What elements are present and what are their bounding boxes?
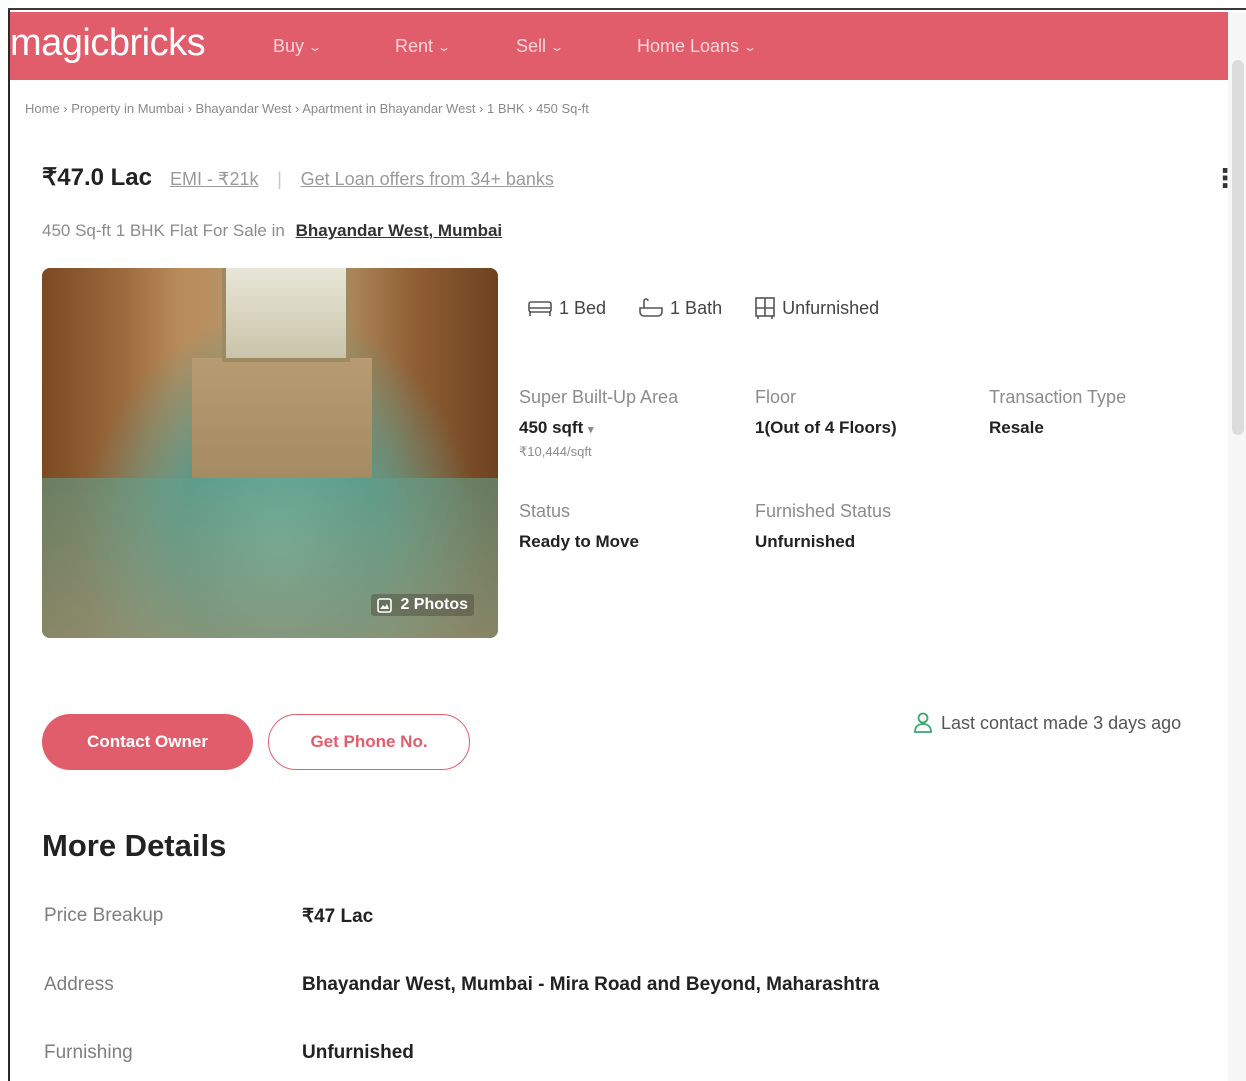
magicbricks-logo[interactable]: magicbricks (10, 22, 206, 65)
feature-bath-label: 1 Bath (670, 297, 723, 318)
nav-sell[interactable]: Sell ⌄ (516, 36, 565, 57)
breadcrumb-home[interactable]: Home (25, 101, 60, 116)
chevron-down-icon: ⌄ (437, 39, 452, 54)
feature-bed: 1 Bed (527, 298, 606, 319)
attr-transaction-type: Transaction Type Resale (989, 387, 1126, 438)
nav-rent-label: Rent (395, 36, 434, 56)
wardrobe-icon (755, 297, 775, 319)
top-navbar: magicbricks Buy ⌄ Rent ⌄ Sell ⌄ Home Loa… (10, 12, 1228, 80)
attr-transaction-value: Resale (989, 418, 1044, 437)
gallery-icon (377, 597, 393, 613)
breadcrumb-area[interactable]: 450 Sq-ft (536, 101, 589, 116)
bathtub-icon (639, 298, 663, 317)
detail-value: ₹47 Lac (302, 906, 374, 927)
listing-subtitle: 450 Sq-ft 1 BHK Flat For Sale in Bhayand… (42, 221, 502, 241)
more-options-icon[interactable]: ⋮ (1212, 166, 1238, 192)
get-phone-button[interactable]: Get Phone No. (268, 714, 470, 770)
nav-buy[interactable]: Buy ⌄ (273, 36, 323, 57)
more-details-title: More Details (42, 828, 227, 863)
feature-furnishing-label: Unfurnished (782, 297, 880, 318)
breadcrumb-property-mumbai[interactable]: Property in Mumbai (71, 101, 184, 116)
photo-window (222, 268, 350, 362)
subtitle-text: 450 Sq-ft 1 BHK Flat For Sale in (42, 221, 285, 240)
features-row: 1 Bed 1 Bath Unfurnished (527, 296, 911, 320)
user-icon (914, 712, 932, 733)
loan-offers-link[interactable]: Get Loan offers from 34+ banks (301, 169, 554, 190)
breadcrumb-apartment[interactable]: Apartment in Bhayandar West (302, 101, 475, 116)
detail-label: Furnishing (44, 1042, 133, 1063)
detail-value: Unfurnished (302, 1042, 414, 1063)
nav-home-loans-label: Home Loans (637, 36, 740, 56)
attr-area-rate: ₹10,444/sqft (519, 444, 592, 459)
last-contact-text: Last contact made 3 days ago (941, 712, 1182, 733)
scrollbar-thumb[interactable] (1232, 60, 1244, 435)
location-link[interactable]: Bhayandar West, Mumbai (296, 221, 503, 240)
bed-icon (528, 301, 552, 316)
nav-buy-label: Buy (273, 36, 305, 56)
caret-down-icon: ▾ (587, 424, 594, 436)
attr-furnished-value: Unfurnished (755, 532, 856, 551)
attr-furnished-label: Furnished Status (755, 501, 892, 521)
attr-area-value-text: 450 sqft (519, 418, 584, 437)
nav-sell-label: Sell (516, 36, 547, 56)
detail-label: Price Breakup (44, 905, 164, 926)
feature-bed-label: 1 Bed (559, 297, 607, 318)
attr-super-built-up-area: Super Built-Up Area 450 sqft ▾ ₹10,444/s… (519, 387, 678, 460)
photos-count-label: 2 Photos (400, 596, 468, 613)
chevron-down-icon: ⌄ (308, 39, 323, 54)
photos-count-badge[interactable]: 2 Photos (371, 594, 474, 616)
attr-area-value[interactable]: 450 sqft ▾ (519, 418, 678, 438)
last-contact-info: Last contact made 3 days ago (913, 712, 1181, 734)
detail-label: Address (44, 974, 114, 995)
nav-home-loans[interactable]: Home Loans ⌄ (637, 36, 758, 57)
window-frame-top (8, 8, 1246, 10)
chevron-down-icon: ⌄ (743, 39, 758, 54)
nav-rent[interactable]: Rent ⌄ (395, 36, 452, 57)
attr-area-label: Super Built-Up Area (519, 387, 679, 407)
attr-status: Status Ready to Move (519, 501, 639, 552)
breadcrumb-bhayandar-west[interactable]: Bhayandar West (196, 101, 292, 116)
window-frame-left (8, 10, 10, 1081)
attr-floor-label: Floor (755, 387, 797, 407)
attr-transaction-label: Transaction Type (989, 387, 1127, 407)
photo-room-back (192, 358, 372, 478)
attr-floor: Floor 1(Out of 4 Floors) (755, 387, 897, 438)
chevron-down-icon: ⌄ (550, 39, 565, 54)
emi-link[interactable]: EMI - ₹21k (170, 169, 258, 190)
breadcrumb-bhk[interactable]: 1 BHK (487, 101, 525, 116)
feature-furnishing: Unfurnished (754, 296, 879, 320)
feature-bath: 1 Bath (638, 297, 722, 319)
price-row: ₹47.0 Lac EMI - ₹21k | Get Loan offers f… (42, 163, 554, 192)
attr-furnished-status: Furnished Status Unfurnished (755, 501, 891, 552)
attr-floor-value: 1(Out of 4 Floors) (755, 418, 897, 437)
detail-value: Bhayandar West, Mumbai - Mira Road and B… (302, 974, 880, 995)
property-photo[interactable]: 2 Photos (42, 268, 498, 638)
attr-status-value: Ready to Move (519, 532, 639, 551)
attr-status-label: Status (519, 501, 571, 521)
separator: | (276, 169, 283, 190)
contact-owner-button[interactable]: Contact Owner (42, 714, 253, 770)
listing-price: ₹47.0 Lac (42, 164, 153, 191)
breadcrumb: Home › Property in Mumbai › Bhayandar We… (25, 101, 589, 116)
